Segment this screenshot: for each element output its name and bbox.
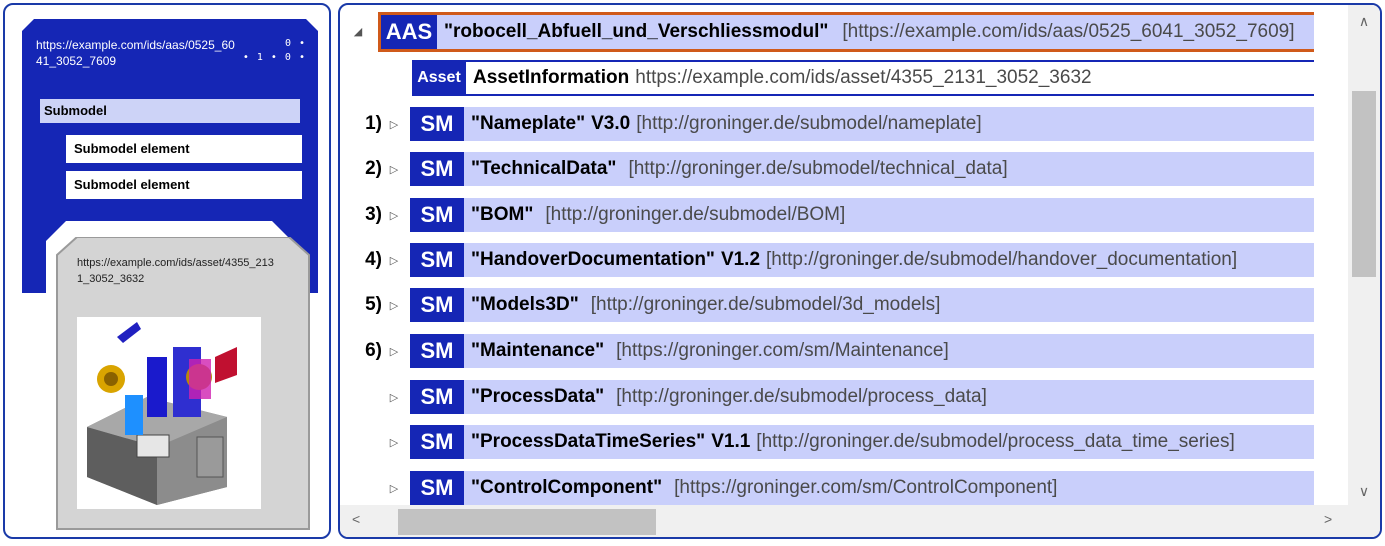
asset-badge: Asset — [412, 62, 466, 94]
scroll-down-icon[interactable]: ∨ — [1348, 483, 1380, 500]
scrollbar-corner — [1348, 505, 1380, 537]
sm-badge: SM — [410, 380, 464, 414]
scroll-up-icon[interactable]: ∧ — [1348, 13, 1380, 30]
horizontal-scroll-thumb[interactable] — [398, 509, 656, 535]
collapsed-toggle-icon[interactable]: ▷ — [388, 209, 400, 222]
submodel-version: V1.2 — [720, 249, 761, 270]
scroll-left-icon[interactable]: < — [352, 511, 360, 527]
machine-illustration — [87, 322, 237, 505]
submodel-semantic-id: [https://groninger.com/sm/ControlCompone… — [674, 477, 1058, 498]
tree-row-submodel[interactable]: 5) ▷ SM "Models3D" [http://groninger.de/… — [340, 288, 1350, 322]
expanded-toggle-icon[interactable]: ◢ — [352, 25, 364, 38]
submodel-semantic-id: [http://groninger.de/submodel/process_da… — [756, 431, 1235, 452]
submodel-semantic-id: [http://groninger.de/submodel/process_da… — [616, 386, 987, 407]
collapsed-toggle-icon[interactable]: ▷ — [388, 345, 400, 358]
submodel-semantic-id: [http://groninger.de/submodel/technical_… — [628, 158, 1008, 179]
aas-badge: AAS — [381, 15, 437, 49]
submodel-semantic-id: [http://groninger.de/submodel/3d_models] — [590, 294, 941, 315]
aas-node[interactable]: AAS "robocell_Abfuell_und_Verschliessmod… — [378, 12, 1314, 52]
tree-row-submodel[interactable]: 3) ▷ SM "BOM" [http://groninger.de/submo… — [340, 198, 1350, 232]
submodel-idshort: "Models3D" — [471, 294, 579, 315]
collapsed-toggle-icon[interactable]: ▷ — [388, 482, 400, 495]
collapsed-toggle-icon[interactable]: ▷ — [388, 163, 400, 176]
asset-shape: https://example.com/ids/asset/4355_2131_… — [55, 237, 311, 531]
id-glyph-line1: 0 • — [284, 38, 306, 49]
scroll-right-icon[interactable]: > — [1324, 511, 1332, 527]
submodel-idshort: "ProcessDataTimeSeries" — [471, 431, 706, 452]
submodel-idshort: "HandoverDocumentation" — [471, 249, 715, 270]
tree-row-submodel[interactable]: 1) ▷ SM "Nameplate" V3.0 [http://groning… — [340, 107, 1350, 141]
sm-badge: SM — [410, 152, 464, 186]
tree-row-submodel[interactable]: ▷ SM "ProcessDataTimeSeries" V1.1 [http:… — [340, 425, 1350, 459]
aas-tree-view[interactable]: ◢ AAS "robocell_Abfuell_und_Verschliessm… — [338, 3, 1382, 539]
submodel-element-box: Submodel element — [66, 171, 302, 199]
submodel-node[interactable]: SM "TechnicalData" [http://groninger.de/… — [410, 152, 1314, 186]
submodel-number: 2) — [365, 158, 382, 179]
submodel-semantic-id: [http://groninger.de/submodel/nameplate] — [636, 113, 982, 134]
collapsed-toggle-icon[interactable]: ▷ — [388, 436, 400, 449]
vertical-scroll-thumb[interactable] — [1352, 91, 1376, 277]
submodel-number: 4) — [365, 249, 382, 270]
collapsed-toggle-icon[interactable]: ▷ — [388, 118, 400, 131]
tree-row-submodel[interactable]: 6) ▷ SM "Maintenance" [https://groninger… — [340, 334, 1350, 368]
tree-row-submodel[interactable]: ▷ SM "ControlComponent" [https://groning… — [340, 471, 1350, 505]
tree-row-submodel[interactable]: 4) ▷ SM "HandoverDocumentation" V1.2 [ht… — [340, 243, 1350, 277]
asset-id: https://example.com/ids/asset/4355_2131_… — [635, 67, 1092, 88]
horizontal-scrollbar[interactable]: < > — [340, 505, 1350, 537]
tree-row-aas[interactable]: ◢ AAS "robocell_Abfuell_und_Verschliessm… — [340, 12, 1350, 52]
tree-row-submodel[interactable]: 2) ▷ SM "TechnicalData" [http://groninge… — [340, 152, 1350, 186]
submodel-number: 3) — [365, 204, 382, 225]
submodel-idshort: "ControlComponent" — [471, 477, 663, 498]
collapsed-toggle-icon[interactable]: ▷ — [388, 254, 400, 267]
tree-row-asset[interactable]: Asset AssetInformation https://example.c… — [340, 60, 1350, 96]
sm-badge: SM — [410, 243, 464, 277]
machine-image — [77, 317, 261, 509]
submodel-version: V3.0 — [591, 113, 631, 134]
sm-badge: SM — [410, 334, 464, 368]
aas-idshort: "robocell_Abfuell_und_Verschliessmodul" — [444, 21, 829, 42]
sm-badge: SM — [410, 288, 464, 322]
aas-id: [https://example.com/ids/aas/0525_6041_3… — [842, 21, 1295, 42]
sm-badge: SM — [410, 198, 464, 232]
submodel-node[interactable]: SM "Nameplate" V3.0 [http://groninger.de… — [410, 107, 1314, 141]
submodel-node[interactable]: SM "BOM" [http://groninger.de/submodel/B… — [410, 198, 1314, 232]
submodel-idshort: "Maintenance" — [471, 340, 605, 361]
sm-badge: SM — [410, 471, 464, 505]
submodel-node[interactable]: SM "Models3D" [http://groninger.de/submo… — [410, 288, 1314, 322]
submodel-node[interactable]: SM "Maintenance" [https://groninger.com/… — [410, 334, 1314, 368]
submodel-number: 5) — [365, 294, 382, 315]
asset-information-node[interactable]: Asset AssetInformation https://example.c… — [412, 60, 1314, 96]
submodel-idshort: "BOM" — [471, 204, 534, 225]
collapsed-toggle-icon[interactable]: ▷ — [388, 299, 400, 312]
sm-badge: SM — [410, 425, 464, 459]
tree-row-submodel[interactable]: ▷ SM "ProcessData" [http://groninger.de/… — [340, 380, 1350, 414]
submodel-semantic-id: [https://groninger.com/sm/Maintenance] — [616, 340, 949, 361]
submodel-version: V1.1 — [711, 431, 751, 452]
submodel-idshort: "Nameplate" — [471, 113, 586, 134]
submodel-element-box: Submodel element — [66, 135, 302, 163]
aas-diagram-panel: https://example.com/ids/aas/0525_6041_30… — [3, 3, 331, 539]
submodel-idshort: "TechnicalData" — [471, 158, 617, 179]
vertical-scrollbar[interactable]: ∧ ∨ — [1348, 5, 1380, 505]
asset-id-text: https://example.com/ids/asset/4355_2131_… — [77, 257, 274, 285]
submodel-node[interactable]: SM "HandoverDocumentation" V1.2 [http://… — [410, 243, 1314, 277]
submodel-semantic-id: [http://groninger.de/submodel/handover_d… — [766, 249, 1238, 270]
submodel-number: 1) — [365, 113, 382, 134]
aas-id-text: https://example.com/ids/aas/0525_6041_30… — [36, 38, 235, 68]
submodel-node[interactable]: SM "ProcessData" [http://groninger.de/su… — [410, 380, 1314, 414]
submodel-node[interactable]: SM "ProcessDataTimeSeries" V1.1 [http://… — [410, 425, 1314, 459]
id-glyph-line2: • 1 • 0 • — [242, 52, 306, 63]
submodel-box: Submodel — [40, 99, 300, 123]
sm-badge: SM — [410, 107, 464, 141]
submodel-idshort: "ProcessData" — [471, 386, 605, 407]
asset-information-label: AssetInformation — [473, 67, 630, 88]
submodel-semantic-id: [http://groninger.de/submodel/BOM] — [545, 204, 846, 225]
submodel-node[interactable]: SM "ControlComponent" [https://groninger… — [410, 471, 1314, 505]
id-glyph: 0 • • 1 • 0 • — [240, 37, 306, 65]
collapsed-toggle-icon[interactable]: ▷ — [388, 391, 400, 404]
submodel-number: 6) — [365, 340, 382, 361]
